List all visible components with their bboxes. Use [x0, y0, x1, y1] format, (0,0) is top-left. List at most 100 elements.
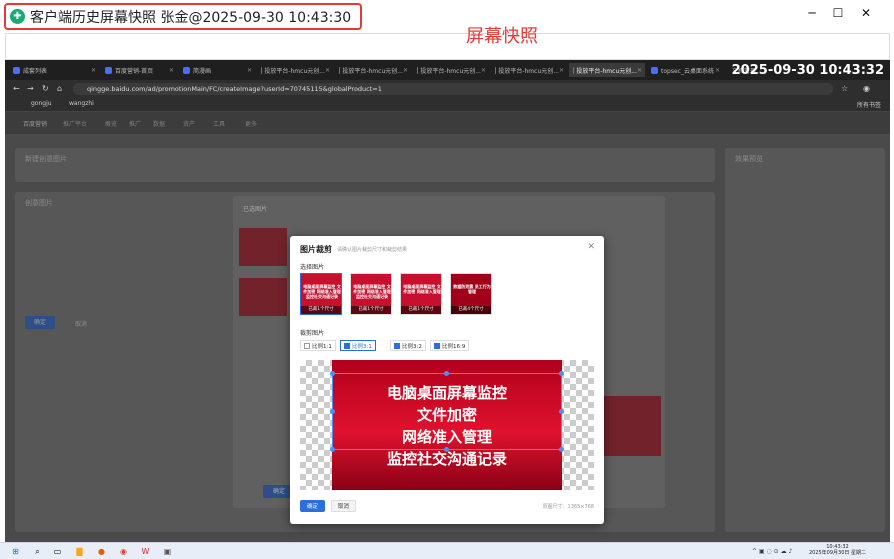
- thumb-foot: 已裁1个尺寸: [351, 306, 391, 314]
- ratio-option-1[interactable]: 比例1:1: [300, 340, 336, 351]
- tab-label: 百度营销-首页: [115, 67, 154, 75]
- tab-label: 简漫画: [193, 67, 212, 75]
- firefox-icon[interactable]: ●: [96, 546, 107, 557]
- thumb-4[interactable]: 数据防泄露 员工行为管理 已裁4个尺寸: [450, 273, 492, 315]
- browser-tab[interactable]: 投放平台-hmcu元创... ✕: [569, 63, 645, 77]
- crop-handle[interactable]: [330, 447, 335, 452]
- ratio-label: 比例16:9: [442, 343, 466, 350]
- tab-close-icon[interactable]: ✕: [325, 67, 330, 74]
- crop-confirm-button[interactable]: 确定: [300, 500, 325, 512]
- tab-label: 投放平台-hmcu元创...: [264, 67, 325, 75]
- thumb-foot: 已裁1个尺寸: [301, 306, 341, 314]
- crop-handle[interactable]: [444, 447, 449, 452]
- tab-close-icon[interactable]: ✕: [247, 67, 252, 74]
- tab-favicon-icon: [13, 66, 20, 74]
- bookmarks-bar: gongju wangzhi 所有书签: [5, 98, 890, 112]
- crop-cancel-button[interactable]: 取消: [331, 500, 356, 512]
- ratio-option-2[interactable]: 比例3:1: [340, 340, 376, 351]
- timestamp-overlay: 2025-09-30 10:43:32: [731, 63, 884, 78]
- crop-box[interactable]: [332, 373, 562, 450]
- tab-close-icon[interactable]: ✕: [715, 67, 720, 74]
- dialog-close-icon[interactable]: ✕: [587, 242, 595, 252]
- section-select: 选择图片: [300, 264, 325, 271]
- bookmark-gongju[interactable]: gongju: [31, 100, 52, 107]
- tab-label: 投放平台-hmcu元创...: [498, 67, 559, 75]
- snapshot-label: 屏幕快照: [466, 26, 538, 47]
- forward-icon[interactable]: →: [27, 84, 34, 93]
- tray-icons[interactable]: ^ ▣ ◌ ⊙ ☁ ♪: [752, 548, 792, 555]
- app-icon[interactable]: ▣: [162, 546, 173, 557]
- task-view-icon[interactable]: ▭: [52, 546, 63, 557]
- thumb-text: 电脑桌面屏幕监控 文件加密 网络准入管理 监控社交沟通记录: [353, 284, 391, 299]
- clock-date: 2025年09月30日 星期二: [808, 550, 866, 556]
- tab-close-icon[interactable]: ✕: [403, 67, 408, 74]
- tab-close-icon[interactable]: ✕: [91, 67, 96, 74]
- tab-close-icon[interactable]: ✕: [637, 67, 642, 74]
- crop-handle[interactable]: [330, 371, 335, 376]
- browser-tab[interactable]: 投放平台-hmcu元创... ✕: [257, 63, 333, 77]
- checkbox-icon[interactable]: [434, 342, 440, 349]
- bookmark-all[interactable]: 所有书签: [857, 100, 881, 109]
- browser-tab[interactable]: 投放平台-hmcu元创... ✕: [491, 63, 567, 77]
- maximize-button[interactable]: ☐: [830, 6, 846, 20]
- tab-favicon-icon: [651, 66, 658, 74]
- app-logo-icon: ✚: [10, 9, 25, 24]
- browser-tab[interactable]: 成套列表 ✕: [9, 63, 99, 77]
- url-field[interactable]: qingge.baidu.com/ad/promotionMain/FC/cre…: [73, 83, 833, 95]
- tab-label: 投放平台-hmcu元创...: [342, 67, 403, 75]
- minimize-button[interactable]: ─: [804, 6, 820, 20]
- checkbox-icon[interactable]: [394, 342, 400, 349]
- thumb-text: 数据防泄露 员工行为管理: [453, 284, 491, 294]
- dialog-title: 图片裁剪: [300, 245, 332, 254]
- thumb-2[interactable]: 电脑桌面屏幕监控 文件加密 网络准入管理 监控社交沟通记录已裁1个尺寸: [350, 273, 392, 315]
- ratio-label: 比例1:1: [312, 343, 332, 350]
- chrome-icon[interactable]: ◉: [118, 546, 129, 557]
- screenshot-view: 成套列表 ✕ 百度营销-首页 ✕ 简漫画 ✕ 投放平台-hmcu元创... ✕ 投放平台-hmc…: [5, 60, 890, 542]
- thumb-text: 电脑桌面屏幕监控 文件加密 网络准入管理: [403, 284, 441, 294]
- checkbox-icon[interactable]: [344, 342, 350, 349]
- explorer-icon[interactable]: ▇: [74, 546, 85, 557]
- checkbox-icon[interactable]: [304, 342, 310, 349]
- browser-tab[interactable]: 投放平台-hmcu元创... ✕: [413, 63, 489, 77]
- reload-icon[interactable]: ↻: [42, 84, 49, 93]
- thumb-1[interactable]: 电脑桌面屏幕监控 文件加密 网络准入管理 监控社交沟通记录 已裁1个尺寸: [300, 273, 342, 315]
- close-button[interactable]: ✕: [858, 6, 874, 20]
- tab-favicon-icon: [105, 66, 112, 74]
- tab-close-icon[interactable]: ✕: [169, 67, 174, 74]
- browser-tab[interactable]: 投放平台-hmcu元创... ✕: [335, 63, 411, 77]
- window-title: 客户端历史屏幕快照 张金@2025-09-30 10:43:30: [30, 9, 352, 26]
- profile-icon[interactable]: ◉: [863, 84, 870, 93]
- thumb-3[interactable]: 电脑桌面屏幕监控 文件加密 网络准入管理 已裁1个尺寸: [400, 273, 442, 315]
- tab-close-icon[interactable]: ✕: [559, 67, 564, 74]
- window-titlebar: ✚ 客户端历史屏幕快照 张金@2025-09-30 10:43:30 ─ ☐ ✕: [0, 0, 894, 32]
- crop-canvas[interactable]: 电脑桌面屏幕监控 文件加密 网络准入管理 监控社交沟通记录: [300, 360, 594, 490]
- browser-tab[interactable]: topsec_云桌面系统 ✕: [647, 63, 723, 77]
- start-icon[interactable]: ⊞: [10, 546, 21, 557]
- tab-label: topsec_云桌面系统: [661, 67, 714, 75]
- address-bar: ← → ↻ ⌂ qingge.baidu.com/ad/promotionMai…: [5, 80, 890, 98]
- dialog-subtitle: 请确认图片裁剪尺寸和裁剪结果: [337, 247, 408, 253]
- browser-tab[interactable]: 百度营销-首页 ✕: [101, 63, 177, 77]
- home-icon[interactable]: ⌂: [57, 84, 62, 93]
- tab-label: 成套列表: [23, 67, 48, 75]
- search-icon[interactable]: ⌕: [32, 546, 43, 557]
- crop-dialog: 图片裁剪 请确认图片裁剪尺寸和裁剪结果 ✕ 选择图片 电脑桌面屏幕监控 文件加密…: [290, 236, 604, 524]
- crop-handle[interactable]: [559, 409, 564, 414]
- browser-tab[interactable]: 简漫画 ✕: [179, 63, 255, 77]
- crop-handle[interactable]: [559, 447, 564, 452]
- crop-handle[interactable]: [444, 371, 449, 376]
- back-icon[interactable]: ←: [13, 84, 20, 93]
- ratio-option-4[interactable]: 比例16:9: [430, 340, 470, 351]
- title-highlight: ✚ 客户端历史屏幕快照 张金@2025-09-30 10:43:30: [4, 3, 362, 30]
- system-clock[interactable]: 10:43:32 2025年09月30日 星期二: [809, 544, 866, 556]
- taskbar: ⊞ ⌕ ▭ ▇ ● ◉ W ▣ ^ ▣ ◌ ⊙ ☁ ♪ 10:43:32 202…: [0, 542, 894, 559]
- original-size: 原图尺寸：1365×768: [542, 504, 594, 510]
- crop-handle[interactable]: [330, 409, 335, 414]
- crop-handle[interactable]: [559, 371, 564, 376]
- star-icon[interactable]: ☆: [841, 84, 848, 93]
- web-page: 百度营销 推广平台 概览 推广 数据 资产 工具 更多 新建创意图片 创意图片 …: [5, 112, 890, 542]
- ratio-option-3[interactable]: 比例3:2: [390, 340, 426, 351]
- wps-icon[interactable]: W: [140, 546, 151, 557]
- tab-close-icon[interactable]: ✕: [481, 67, 486, 74]
- bookmark-wangzhi[interactable]: wangzhi: [69, 100, 94, 107]
